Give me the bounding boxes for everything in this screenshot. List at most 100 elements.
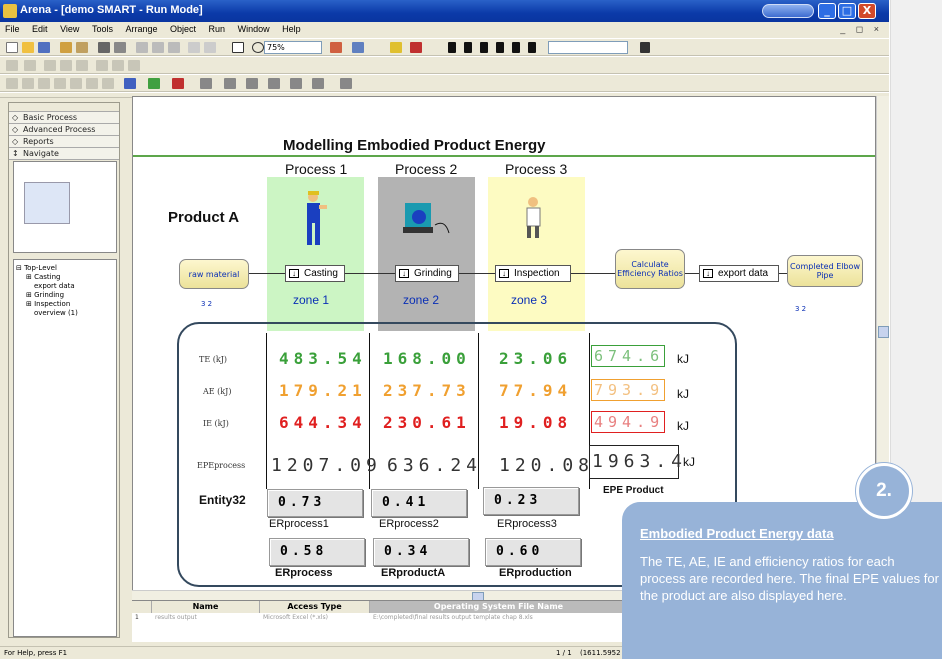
window-bg-icon[interactable] (200, 78, 212, 89)
inspection-module[interactable]: ↓ Inspection (495, 265, 571, 282)
tree-label: export data (34, 282, 75, 290)
cell-name[interactable]: results output (152, 613, 260, 623)
menu-file[interactable]: File (0, 22, 25, 34)
connect-icon[interactable] (352, 42, 364, 53)
panel-navigate[interactable]: ↕ Navigate (9, 148, 119, 160)
line-icon[interactable] (6, 78, 18, 89)
tree-node-export[interactable]: export data (16, 282, 114, 291)
navigate-overview[interactable] (13, 161, 117, 253)
paste-icon[interactable] (168, 42, 180, 53)
animation-speed-slider[interactable] (548, 41, 628, 54)
redo-icon[interactable] (204, 42, 216, 53)
tb2-icon-7[interactable] (112, 60, 124, 71)
break-icon[interactable] (410, 42, 422, 53)
go-icon[interactable] (448, 42, 456, 53)
overview-thumbnail[interactable] (24, 182, 70, 224)
tb2-icon-1[interactable] (6, 60, 18, 71)
tb2-icon-8[interactable] (128, 60, 140, 71)
print-icon[interactable] (98, 42, 110, 53)
col-filename-header[interactable]: Operating System File Name (370, 601, 628, 613)
tree-node-overview[interactable]: overview (1) (16, 309, 114, 318)
arc-icon[interactable] (38, 78, 50, 89)
menu-view[interactable]: View (55, 22, 84, 34)
layers-icon[interactable] (330, 42, 342, 53)
save-icon[interactable] (38, 42, 50, 53)
tree-node-top-level[interactable]: ⊟ Top-Level (16, 264, 114, 273)
text-color-icon[interactable] (172, 78, 184, 89)
zoom-select[interactable]: 75% (264, 41, 322, 54)
fast-forward-icon[interactable] (480, 42, 488, 53)
tb2-icon-6[interactable] (96, 60, 108, 71)
cell-file-name[interactable]: E:\completed\final results output templa… (370, 613, 628, 623)
polygon-icon[interactable] (70, 78, 82, 89)
step-icon[interactable] (464, 42, 472, 53)
panel-arrow-icon: ◇ (12, 137, 19, 146)
mdi-controls[interactable]: _ ◻ × (840, 24, 883, 35)
er-process-1-label: ERprocess1 (269, 518, 329, 530)
fill-pattern-icon[interactable] (312, 78, 324, 89)
menu-edit[interactable]: Edit (27, 22, 53, 34)
tree-node-inspection[interactable]: ⊞ Inspection (16, 300, 114, 309)
view-icon[interactable] (232, 42, 244, 53)
maximize-button[interactable]: □ (838, 3, 856, 19)
pause-icon[interactable] (496, 42, 504, 53)
animate-icon[interactable] (390, 42, 402, 53)
epe-product-box: 1963.4 (589, 445, 682, 479)
cut-icon[interactable] (136, 42, 148, 53)
panel-arrow-icon: ◇ (12, 113, 19, 122)
menu-window[interactable]: Window (233, 22, 275, 34)
line-color-icon[interactable] (124, 78, 136, 89)
minimize-button[interactable]: _ (818, 3, 836, 19)
vscroll-thumb[interactable] (878, 326, 889, 338)
menu-run[interactable]: Run (204, 22, 231, 34)
polyline-icon[interactable] (22, 78, 34, 89)
arrow-style-icon[interactable] (268, 78, 280, 89)
cell-access-type[interactable]: Microsoft Excel (*.xls) (260, 613, 370, 623)
tb2-icon-3[interactable] (44, 60, 56, 71)
col-access-header[interactable]: Access Type (260, 601, 370, 613)
template-attach-icon[interactable] (60, 42, 72, 53)
menu-tools[interactable]: Tools (87, 22, 118, 34)
tb2-icon-4[interactable] (60, 60, 72, 71)
help-icon[interactable] (640, 42, 650, 53)
close-button[interactable]: X (858, 3, 876, 19)
print-preview-icon[interactable] (114, 42, 126, 53)
tb2-icon-2[interactable] (24, 60, 36, 71)
fill-color-icon[interactable] (148, 78, 160, 89)
new-icon[interactable] (6, 42, 18, 53)
casting-module[interactable]: ↓ Casting (285, 265, 345, 282)
panel-basic-process[interactable]: ◇ Basic Process (9, 112, 119, 124)
epe-row-label: EPEprocess (197, 461, 246, 470)
tree-node-grinding[interactable]: ⊞ Grinding (16, 291, 114, 300)
show-dimensions-icon[interactable] (340, 78, 352, 89)
panel-advanced-process[interactable]: ◇ Advanced Process (9, 124, 119, 136)
text-icon[interactable] (102, 78, 114, 89)
zoom-icon[interactable] (252, 42, 264, 53)
export-data-module[interactable]: ↓ export data (699, 265, 779, 282)
line-pattern-icon[interactable] (290, 78, 302, 89)
start-over-icon[interactable] (512, 42, 520, 53)
grinding-module[interactable]: ↓ Grinding (395, 265, 459, 282)
ie-process-2: 230.61 (383, 413, 471, 432)
raw-material-module[interactable]: raw material (179, 259, 249, 289)
template-detach-icon[interactable] (76, 42, 88, 53)
end-icon[interactable] (528, 42, 536, 53)
col-name-header[interactable]: Name (152, 601, 260, 613)
completed-elbow-module[interactable]: Completed Elbow Pipe (787, 255, 863, 287)
menu-help[interactable]: Help (277, 22, 306, 34)
undo-icon[interactable] (188, 42, 200, 53)
panel-reports[interactable]: ◇ Reports (9, 136, 119, 148)
menu-object[interactable]: Object (165, 22, 201, 34)
box-icon[interactable] (54, 78, 66, 89)
calculate-efficiency-module[interactable]: Calculate Efficiency Ratios (615, 249, 685, 289)
ae-process-2: 237.73 (383, 381, 471, 400)
copy-icon[interactable] (152, 42, 164, 53)
menu-arrange[interactable]: Arrange (120, 22, 162, 34)
ellipse-icon[interactable] (86, 78, 98, 89)
line-width-icon[interactable] (224, 78, 236, 89)
open-icon[interactable] (22, 42, 34, 53)
connector-4 (571, 273, 615, 274)
tree-node-casting[interactable]: ⊞ Casting (16, 273, 114, 282)
tb2-icon-5[interactable] (76, 60, 88, 71)
line-style-icon[interactable] (246, 78, 258, 89)
